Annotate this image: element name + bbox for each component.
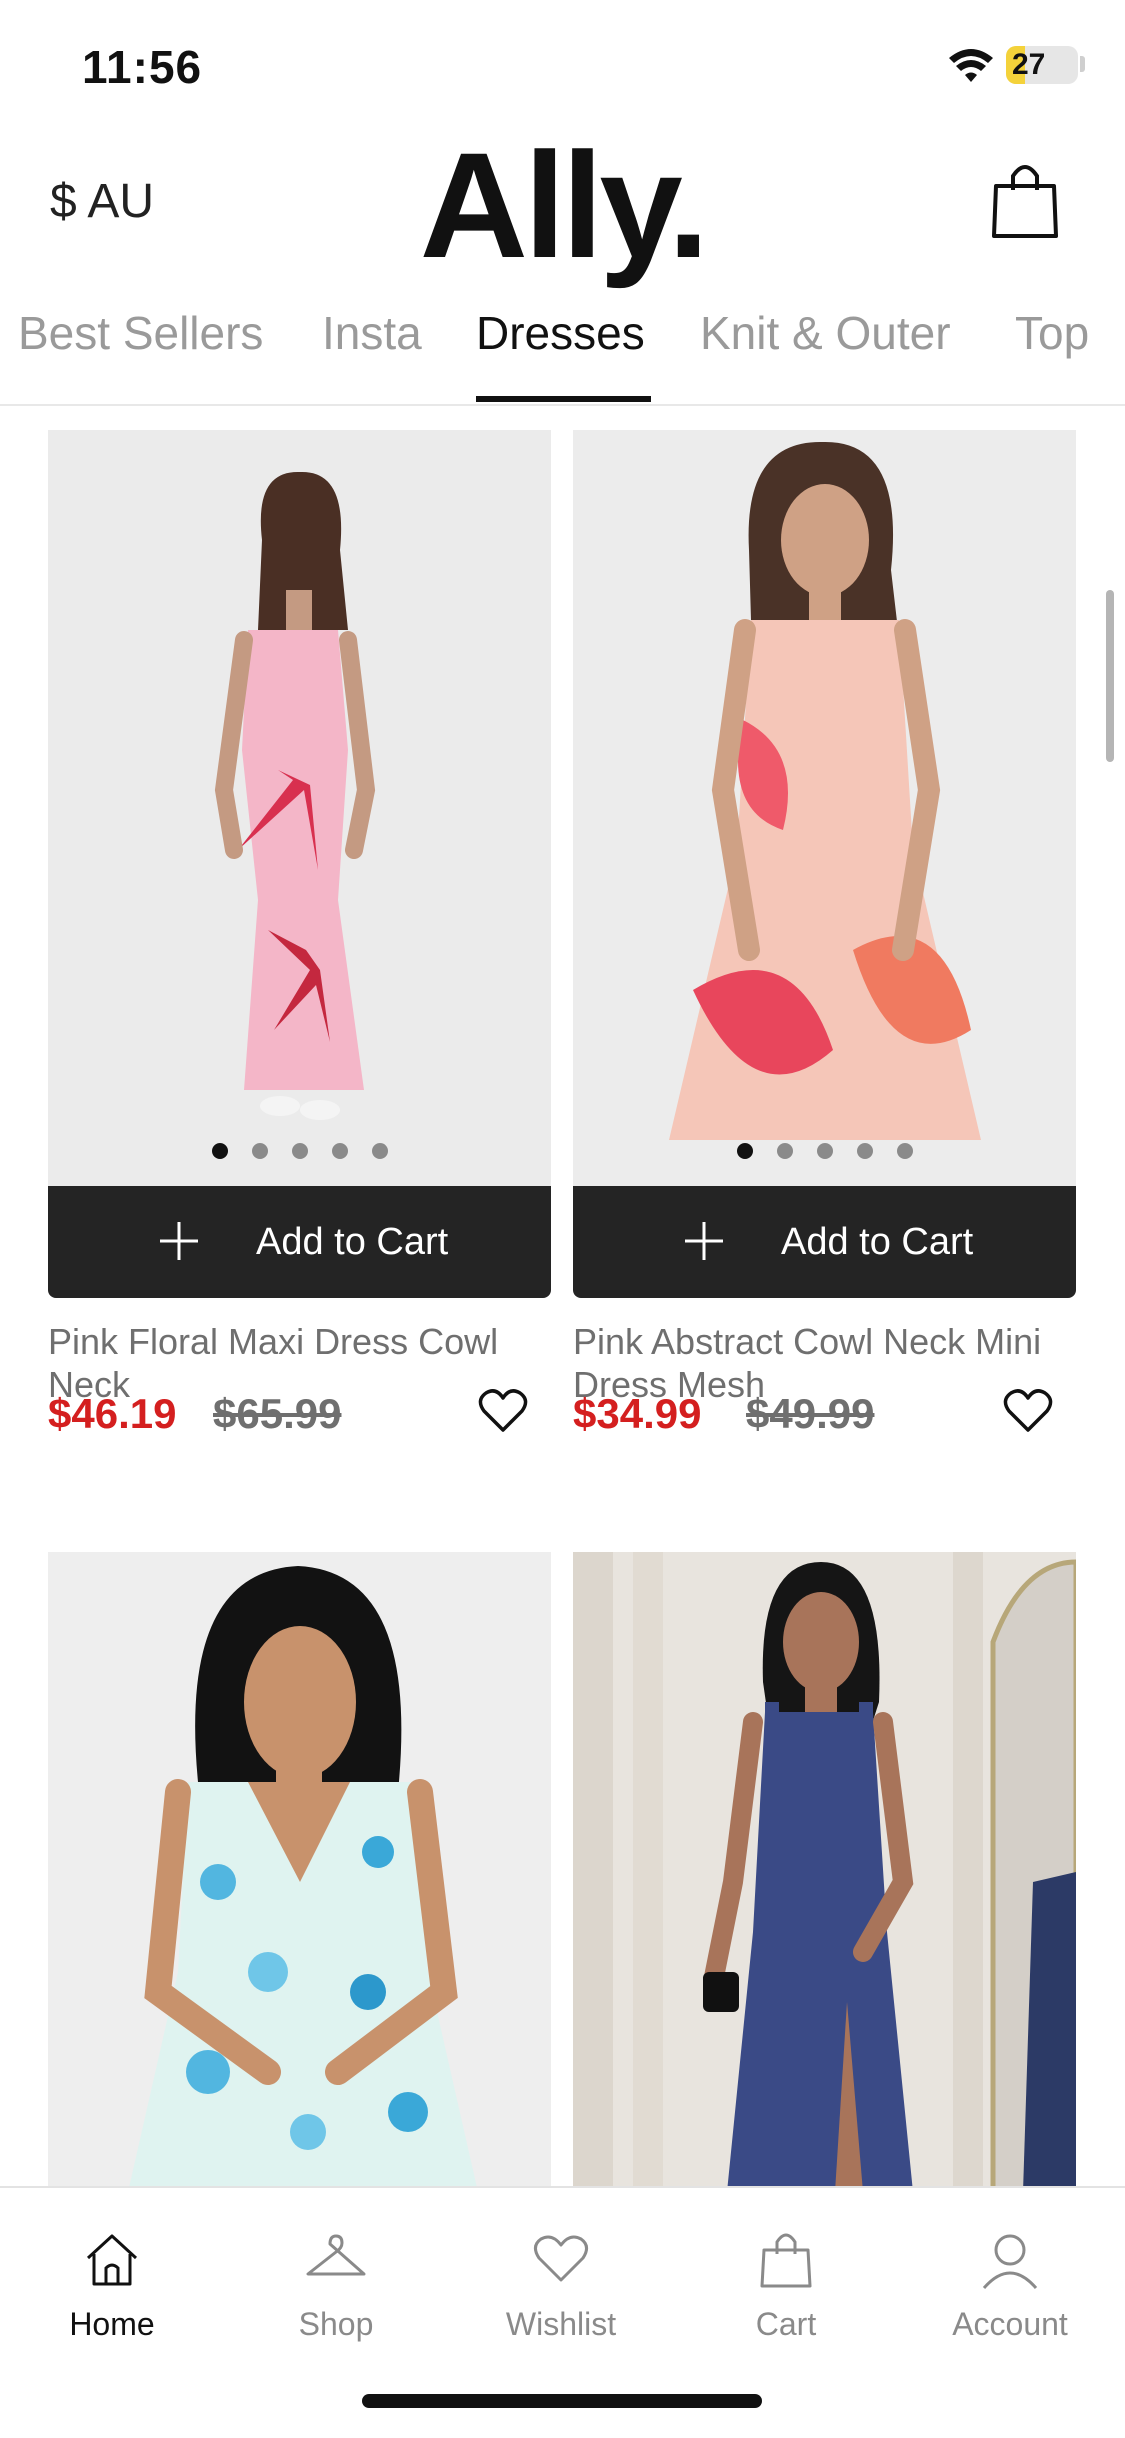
blue-floral-dress-photo[interactable] xyxy=(48,1552,551,2192)
battery-level: 27 xyxy=(1012,48,1046,81)
tab-home-label: Home xyxy=(69,2306,155,2342)
wifi-icon xyxy=(949,49,993,82)
active-tab-indicator xyxy=(476,396,651,402)
sale-price: $46.19 xyxy=(48,1390,177,1437)
plus-icon xyxy=(685,1222,723,1260)
status-bar: 11:56 27 xyxy=(0,0,1125,130)
add-to-cart-button[interactable]: Add to Cart xyxy=(48,1186,551,1298)
account-icon xyxy=(982,2234,1038,2289)
tab-wishlist[interactable]: Wishlist xyxy=(481,2228,641,2343)
tab-top[interactable]: Top xyxy=(1015,306,1089,360)
image-carousel-dots xyxy=(573,1143,1076,1164)
home-indicator xyxy=(362,2394,762,2408)
pink-floral-maxi-dress-photo[interactable] xyxy=(48,430,551,1186)
battery-charging-icon: 27 xyxy=(1006,46,1078,84)
tab-account-label: Account xyxy=(952,2306,1068,2342)
wishlist-heart-icon[interactable] xyxy=(1003,1388,1053,1434)
app-header: $ AU Ally. xyxy=(0,130,1125,300)
image-carousel-dots xyxy=(48,1143,551,1164)
tab-cart-label: Cart xyxy=(755,2306,817,2342)
category-tabs: Best Sellers Insta Dresses Knit & Outer … xyxy=(0,300,1125,406)
tab-cart[interactable]: Cart xyxy=(706,2228,866,2343)
tab-home[interactable]: Home xyxy=(32,2228,192,2343)
tab-insta[interactable]: Insta xyxy=(322,306,422,360)
original-price: $49.99 xyxy=(746,1390,875,1437)
scroll-indicator[interactable] xyxy=(1106,590,1114,762)
brand-logo[interactable]: Ally. xyxy=(0,130,1125,280)
tab-shop-label: Shop xyxy=(298,2306,374,2342)
hanger-icon xyxy=(306,2234,366,2276)
navy-maxi-dress-photo[interactable] xyxy=(573,1552,1076,2192)
shopping-bag-icon[interactable] xyxy=(990,160,1060,240)
tab-account[interactable]: Account xyxy=(930,2228,1090,2343)
plus-icon xyxy=(160,1222,198,1260)
sale-price: $34.99 xyxy=(573,1390,702,1437)
tab-dresses[interactable]: Dresses xyxy=(476,306,645,360)
add-to-cart-button[interactable]: Add to Cart xyxy=(573,1186,1076,1298)
heart-icon xyxy=(534,2235,588,2282)
cart-bag-icon xyxy=(760,2233,812,2288)
tab-shop[interactable]: Shop xyxy=(256,2228,416,2343)
add-to-cart-label: Add to Cart xyxy=(256,1221,449,1263)
home-icon xyxy=(86,2234,138,2286)
pink-abstract-mini-dress-photo[interactable] xyxy=(573,430,1076,1186)
wishlist-heart-icon[interactable] xyxy=(478,1388,528,1434)
original-price: $65.99 xyxy=(213,1390,342,1437)
tab-knit-outer[interactable]: Knit & Outer xyxy=(700,306,951,360)
add-to-cart-label: Add to Cart xyxy=(781,1221,974,1263)
tab-wishlist-label: Wishlist xyxy=(505,2306,617,2342)
status-time: 11:56 xyxy=(82,41,203,93)
tab-best-sellers[interactable]: Best Sellers xyxy=(18,306,263,360)
battery-tip xyxy=(1080,56,1085,72)
